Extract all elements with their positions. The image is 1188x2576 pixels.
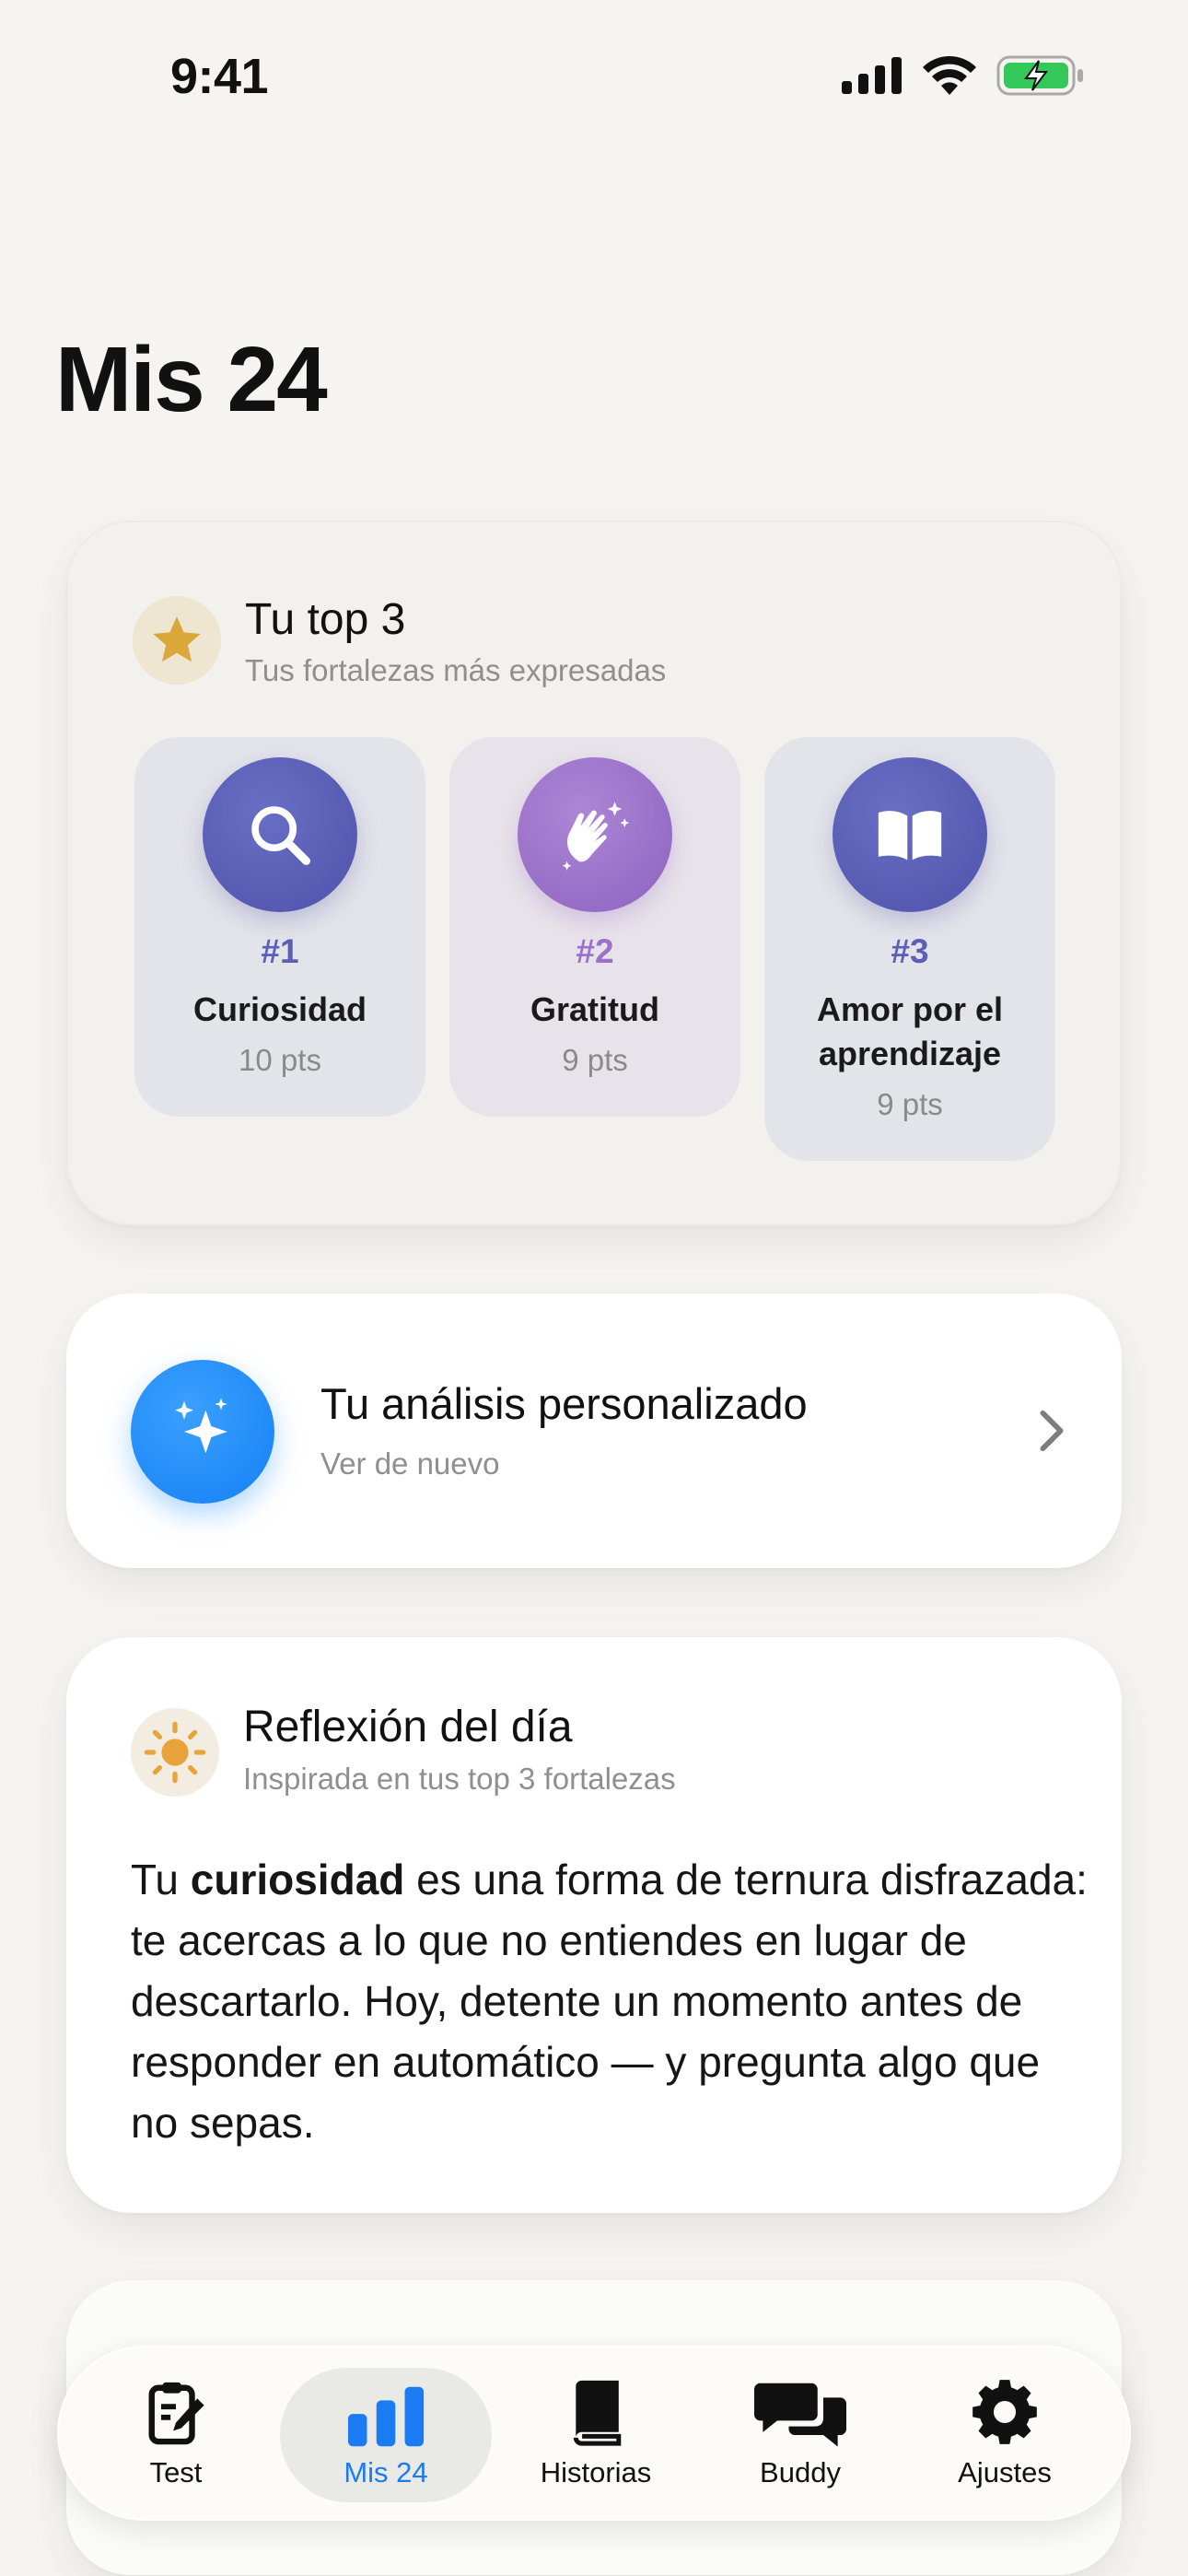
strength-tile-2[interactable]: #2 Gratitud 9 pts [449, 737, 740, 1117]
bar-chart-icon [347, 2386, 425, 2447]
gear-icon [973, 2380, 1037, 2444]
status-bar: 9:41 [0, 0, 1188, 157]
open-book-icon [878, 811, 942, 861]
reflection-text-lead: Tu [131, 1856, 191, 1903]
clipboard-pencil-icon [148, 2382, 204, 2445]
analysis-subtitle: Ver de nuevo [320, 1446, 500, 1481]
top3-card: Tu top 3 Tus fortalezas más expresadas #… [66, 521, 1122, 1225]
top3-title: Tu top 3 [245, 595, 406, 644]
tab-label: Test [149, 2456, 203, 2488]
strength-rank: #2 [576, 932, 614, 970]
strength-points: 9 pts [877, 1087, 943, 1121]
strength-circle [203, 757, 357, 912]
reflection-text-bold: curiosidad [190, 1856, 405, 1903]
sun-badge [131, 1708, 219, 1797]
tab-label: Ajustes [958, 2456, 1052, 2488]
strength-rank: #1 [261, 932, 299, 970]
cellular-signal-icon [842, 57, 902, 94]
tab-buddy[interactable]: Buddy [694, 2368, 906, 2502]
chevron-right-icon [1040, 1410, 1064, 1452]
top3-subtitle: Tus fortalezas más expresadas [245, 653, 667, 687]
status-time: 9:41 [170, 49, 269, 104]
clapping-hands-icon [562, 802, 630, 871]
analysis-card[interactable]: Tu análisis personalizado Ver de nuevo [66, 1294, 1122, 1568]
strength-name: Gratitud [530, 990, 659, 1028]
strength-points: 10 pts [239, 1043, 321, 1077]
battery-charging-icon [996, 55, 1083, 96]
status-icons [842, 55, 1085, 96]
strength-name: Amor por el aprendizaje [816, 990, 1004, 1072]
wifi-icon [923, 56, 976, 95]
star-icon [153, 616, 201, 662]
tab-label: Buddy [760, 2456, 841, 2488]
analysis-badge [131, 1360, 274, 1504]
strength-circle [518, 757, 672, 912]
tab-label: Mis 24 [344, 2456, 428, 2488]
strength-rank: #3 [891, 932, 929, 970]
chat-bubbles-icon [754, 2383, 846, 2447]
tab-label: Historias [540, 2456, 652, 2488]
sparkles-icon [175, 1398, 227, 1454]
sun-icon [144, 1721, 206, 1784]
reflection-card: Reflexión del día Inspirada en tus top 3… [66, 1637, 1122, 2213]
star-badge [133, 596, 221, 685]
tab-mis24[interactable]: Mis 24 [280, 2368, 492, 2502]
tab-test[interactable]: Test [70, 2368, 282, 2502]
page-title: Mis 24 [55, 328, 328, 431]
strength-tile-3[interactable]: #3 Amor por el aprendizaje 9 pts [764, 737, 1055, 1161]
tab-ajustes[interactable]: Ajustes [899, 2368, 1111, 2502]
tab-historias[interactable]: Historias [490, 2368, 702, 2502]
analysis-title: Tu análisis personalizado [320, 1379, 808, 1428]
tab-bar: Test Mis 24 Historias Buddy Ajustes [57, 2346, 1131, 2521]
reflection-title: Reflexión del día [243, 1703, 573, 1751]
reflection-subtitle: Inspirada en tus top 3 fortalezas [243, 1762, 676, 1796]
book-icon [573, 2380, 622, 2446]
strength-points: 9 pts [562, 1043, 628, 1077]
strength-tile-1[interactable]: #1 Curiosidad 10 pts [134, 737, 425, 1117]
strength-circle [833, 757, 987, 912]
strength-name: Curiosidad [192, 990, 367, 1028]
magnifier-icon [251, 806, 310, 865]
reflection-body: Tu curiosidad es una forma de ternura di… [131, 1849, 1089, 2153]
